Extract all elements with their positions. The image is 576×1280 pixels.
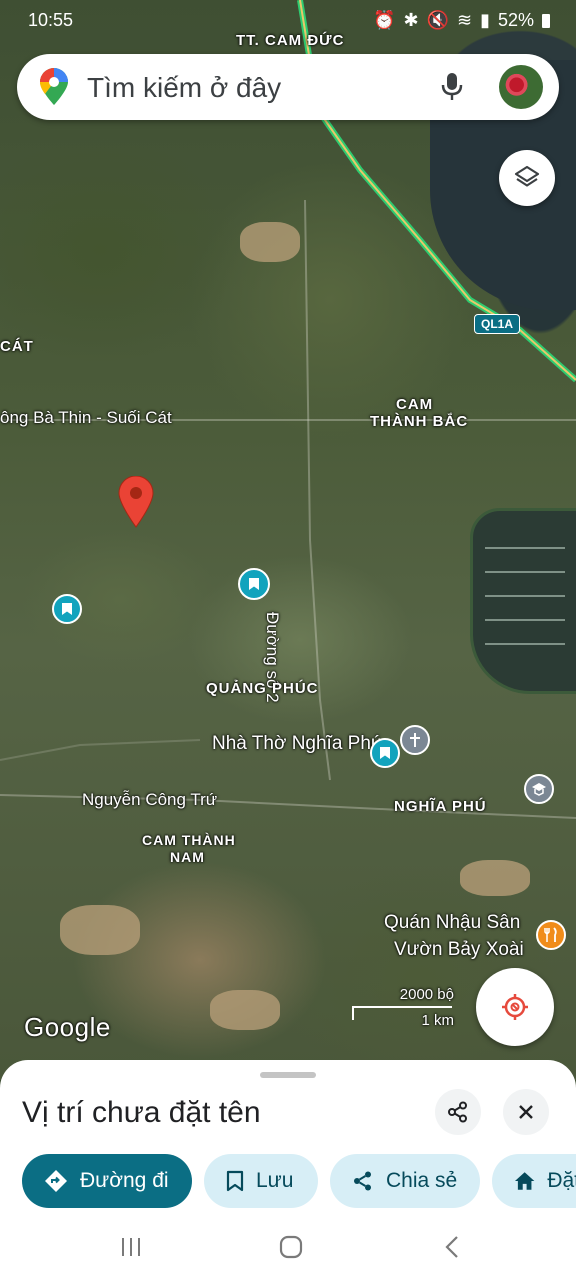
my-location-button[interactable] (476, 968, 554, 1046)
google-logo: Google (24, 1012, 111, 1042)
label-quan-nhau-1[interactable]: Quán Nhậu Sân (384, 912, 520, 934)
label-quan-nhau-2[interactable]: Vườn Bảy Xoài (394, 939, 524, 961)
search-placeholder[interactable]: Tìm kiếm ở đây (87, 72, 281, 104)
system-nav-bar (0, 1222, 576, 1280)
label-cam-thanh-nam-2: NAM (170, 849, 205, 865)
bluetooth-icon: ✱ (403, 10, 419, 30)
layers-icon (514, 165, 540, 187)
save-button[interactable]: Lưu (204, 1154, 318, 1208)
saved-place-icon[interactable] (370, 738, 400, 768)
home-nav-button[interactable] (278, 1234, 304, 1265)
share-icon (354, 1171, 371, 1191)
battery-icon (542, 13, 550, 28)
road-minor (0, 739, 201, 761)
label-quang-phuc: QUẢNG PHÚC (206, 680, 319, 697)
bookmark-icon (226, 1170, 244, 1192)
place-title: Vị trí chưa đặt tên (22, 1096, 261, 1129)
maps-logo-icon (39, 68, 69, 111)
scale-bar (352, 1006, 452, 1008)
home-icon (514, 1172, 535, 1190)
battery-percent: 52% (497, 10, 534, 30)
sheet-drag-handle[interactable] (260, 1072, 316, 1078)
label-nghia-phu: NGHĨA PHÚ (394, 798, 487, 815)
close-button[interactable] (503, 1089, 549, 1135)
status-icons: ⏰ ✱ 🔇 ≋ ▮ 52% (373, 10, 550, 31)
label-cam-thanh-bac-1: CAM (396, 396, 434, 413)
highway-badge: QL1A (474, 314, 521, 334)
dropped-pin-icon[interactable] (118, 475, 154, 528)
home-nav-icon (279, 1235, 303, 1259)
directions-label: Đường đi (80, 1169, 169, 1192)
back-icon (445, 1236, 458, 1258)
mute-icon: 🔇 (426, 10, 449, 30)
map-canvas[interactable]: TT. CAM ĐỨC CÁT ông Bà Thin - Suối Cát C… (0, 0, 576, 1080)
saved-place-icon[interactable] (52, 594, 82, 624)
saved-place-icon[interactable] (238, 568, 270, 600)
share-icon (448, 1101, 467, 1123)
map-scale: 2000 bộ 1 km (352, 986, 456, 1030)
directions-icon (45, 1170, 67, 1192)
school-icon[interactable] (524, 774, 554, 804)
directions-button[interactable]: Đường đi (22, 1154, 192, 1208)
wifi-icon: ≋ (456, 10, 473, 30)
restaurant-icon[interactable] (536, 920, 566, 950)
alarm-icon: ⏰ (373, 10, 396, 30)
label-nha-tho-nghia-phu[interactable]: Nhà Thờ Nghĩa Phú (212, 733, 382, 755)
status-time: 10:55 (28, 10, 74, 30)
recents-icon (122, 1238, 140, 1256)
label-cam-thanh-nam-1: CAM THÀNH (142, 832, 236, 848)
label-cam-thanh-bac-2: THÀNH BẮC (370, 413, 469, 430)
label-road-nguyen-cong-tru: Nguyễn Công Trứ (82, 790, 218, 809)
signal-icon: ▮ (480, 10, 490, 30)
save-label: Lưu (256, 1169, 294, 1192)
layers-button[interactable] (499, 150, 555, 206)
avatar[interactable] (499, 65, 543, 109)
set-home-button[interactable]: Đặt (492, 1154, 576, 1208)
status-bar: 10:55 ⏰ ✱ 🔇 ≋ ▮ 52% (0, 0, 576, 40)
scale-tick (352, 1006, 354, 1020)
label-cat: CÁT (0, 338, 34, 355)
church-icon[interactable] (400, 725, 430, 755)
microphone-icon[interactable] (441, 72, 463, 107)
back-button[interactable] (442, 1234, 462, 1265)
share-chip-button[interactable]: Chia sẻ (330, 1154, 480, 1208)
recent-apps-button[interactable] (120, 1236, 142, 1263)
scale-label-km: 1 km (421, 1012, 454, 1029)
search-bar[interactable]: Tìm kiếm ở đây (17, 54, 559, 120)
share-button[interactable] (435, 1089, 481, 1135)
location-target-icon (502, 994, 528, 1020)
close-icon (519, 1105, 533, 1119)
label-road-ba-thin: ông Bà Thin - Suối Cát (0, 408, 172, 427)
set-home-label: Đặt (547, 1169, 576, 1192)
scale-label-feet: 2000 bộ (399, 986, 454, 1003)
share-chip-label: Chia sẻ (386, 1169, 458, 1192)
